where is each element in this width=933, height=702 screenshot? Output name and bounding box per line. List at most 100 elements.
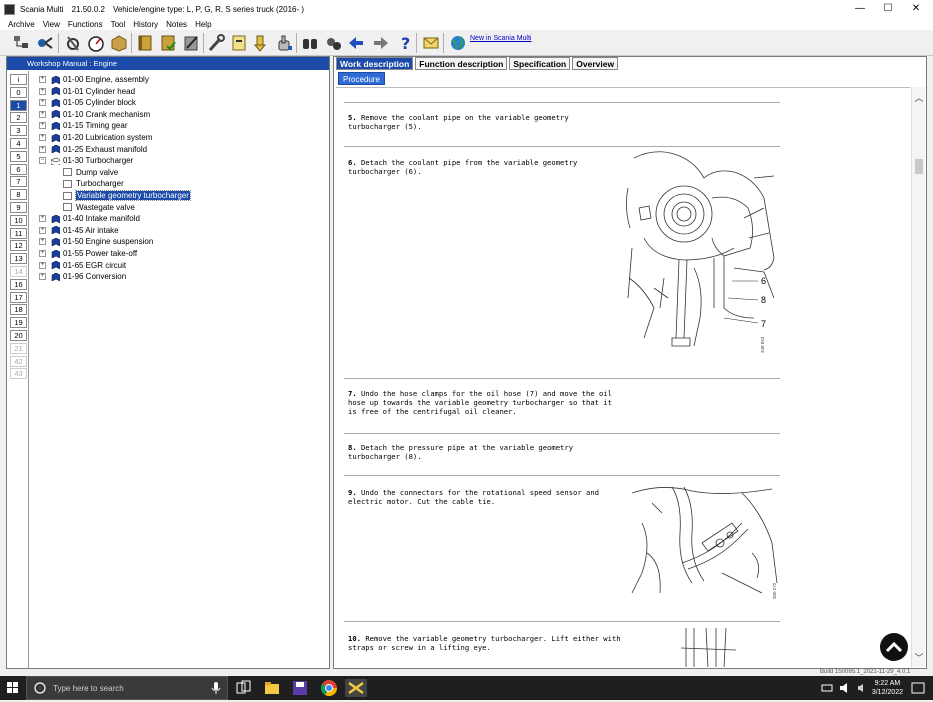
tree-item[interactable]: +01-01 Cylinder head	[39, 86, 135, 97]
close-button[interactable]: ✕	[902, 0, 930, 18]
section-tab-11[interactable]: 11	[10, 227, 27, 239]
section-tab-7[interactable]: 7	[10, 176, 27, 188]
menu-history[interactable]: History	[133, 20, 158, 29]
parts-box-icon[interactable]	[108, 32, 129, 53]
section-tab-6[interactable]: 6	[10, 163, 27, 175]
notifications-icon[interactable]	[910, 679, 926, 697]
bookmark-down-icon[interactable]	[250, 32, 271, 53]
notes-icon[interactable]	[228, 32, 249, 53]
scroll-to-top-button[interactable]	[880, 633, 908, 661]
back-arrow-icon[interactable]	[345, 32, 366, 53]
tree-item[interactable]: +01-20 Lubrication system	[39, 132, 152, 143]
tab-work-description[interactable]: Work description	[336, 57, 414, 70]
expand-icon[interactable]: +	[39, 145, 46, 153]
menu-tool[interactable]: Tool	[111, 20, 126, 29]
tree-item[interactable]: − 01-30 Turbocharger	[39, 155, 133, 166]
task-view-icon[interactable]	[234, 679, 252, 697]
windows-start-icon[interactable]	[0, 676, 26, 700]
tree-item[interactable]: +01-40 Intake manifold	[39, 213, 140, 224]
scania-multi-taskbar-icon[interactable]	[345, 679, 367, 697]
expand-icon[interactable]: +	[39, 273, 46, 281]
expand-icon[interactable]: +	[39, 261, 46, 269]
tree-item[interactable]: +01-10 Crank mechanism	[39, 109, 150, 120]
section-tab-4[interactable]: 4	[10, 138, 27, 149]
new-in-scania-link[interactable]: New in Scania Multi	[470, 35, 531, 42]
section-tab-2[interactable]: 2	[10, 112, 27, 124]
globe-icon[interactable]	[447, 32, 468, 53]
menu-help[interactable]: Help	[195, 20, 211, 29]
section-tab-12[interactable]: 12	[10, 240, 27, 252]
vertical-scrollbar[interactable]: ︿ ﹀	[911, 87, 925, 667]
section-tab-5[interactable]: 5	[10, 150, 27, 162]
tree-item[interactable]: +01-50 Engine suspension	[39, 236, 153, 247]
expand-icon[interactable]: +	[39, 250, 46, 257]
section-tab-13[interactable]: 13	[10, 253, 27, 265]
expand-icon[interactable]: +	[39, 134, 46, 141]
section-tab-18[interactable]: 18	[10, 304, 27, 316]
expand-icon[interactable]: +	[39, 122, 46, 130]
scroll-thumb[interactable]	[915, 159, 923, 174]
section-tab-19[interactable]: 19	[10, 317, 27, 329]
minimize-button[interactable]: —	[846, 0, 874, 18]
tree-item[interactable]: +01-15 Timing gear	[39, 120, 127, 131]
tree-item[interactable]: +01-25 Exhaust manifold	[39, 144, 147, 155]
edit-manual-icon[interactable]	[180, 32, 201, 53]
volume-icon[interactable]	[838, 679, 852, 697]
tree-item[interactable]: Wastegate valve	[63, 202, 135, 213]
search-parts-icon[interactable]	[322, 32, 343, 53]
scroll-up-icon[interactable]: ︿	[912, 91, 926, 105]
speaker-icon[interactable]	[856, 679, 868, 697]
expand-icon[interactable]: +	[39, 76, 46, 83]
file-explorer-icon[interactable]	[263, 679, 281, 697]
maximize-button[interactable]: ☐	[874, 0, 902, 18]
tab-procedure[interactable]: Procedure	[338, 72, 385, 85]
expand-icon[interactable]: +	[39, 226, 46, 234]
tree-item[interactable]: +01-65 EGR circuit	[39, 260, 126, 271]
section-tab-0[interactable]: 0	[10, 86, 27, 98]
tab-function-description[interactable]: Function description	[415, 57, 508, 70]
collapse-icon[interactable]: −	[39, 157, 46, 165]
tree-item[interactable]: +01-45 Air intake	[39, 225, 119, 236]
section-tab-9[interactable]: 9	[10, 202, 27, 213]
menu-functions[interactable]: Functions	[68, 20, 103, 29]
tree-item[interactable]: Dump valve	[63, 167, 118, 178]
expand-icon[interactable]: +	[39, 110, 46, 118]
forward-arrow-icon[interactable]	[370, 32, 391, 53]
manual-check-icon[interactable]	[157, 32, 178, 53]
menu-notes[interactable]: Notes	[166, 20, 187, 29]
section-tab-16[interactable]: 16	[10, 278, 27, 290]
hand-pointer-icon[interactable]	[273, 32, 294, 53]
scroll-down-icon[interactable]: ﹀	[912, 651, 926, 665]
binoculars-icon[interactable]	[299, 32, 320, 53]
tree-item[interactable]: +01-00 Engine, assembly	[39, 74, 149, 85]
section-tab-17[interactable]: 17	[10, 291, 27, 303]
section-tab-3[interactable]: 3	[10, 125, 27, 137]
expand-icon[interactable]: +	[39, 238, 46, 246]
tab-specification[interactable]: Specification	[509, 57, 571, 70]
section-tab-i[interactable]: i	[10, 74, 27, 85]
tree-item[interactable]: +01-55 Power take-off	[39, 248, 137, 259]
mail-icon[interactable]	[420, 32, 441, 53]
vehicle-tree-icon[interactable]	[10, 32, 31, 53]
gauge-icon[interactable]	[85, 32, 106, 53]
clock[interactable]: 9:22 AM 3/12/2022	[872, 679, 903, 697]
section-tab-20[interactable]: 20	[10, 330, 27, 341]
menu-view[interactable]: View	[43, 20, 60, 29]
section-tab-10[interactable]: 10	[10, 214, 27, 226]
tree-item[interactable]: +01-96 Conversion	[39, 271, 126, 282]
expand-icon[interactable]: +	[39, 215, 46, 223]
help-icon[interactable]: ?	[394, 32, 415, 53]
tool-icon[interactable]	[205, 32, 226, 53]
tree-item[interactable]: Turbocharger	[63, 178, 124, 189]
taskbar-search[interactable]: Type here to search	[26, 676, 228, 700]
tree-item[interactable]: Variable geometry turbocharger	[63, 190, 191, 201]
section-tab-14[interactable]: 14	[10, 266, 27, 277]
wrench-settings-icon[interactable]	[62, 32, 83, 53]
section-tab-8[interactable]: 8	[10, 189, 27, 201]
microphone-icon[interactable]	[211, 681, 221, 695]
expand-icon[interactable]: +	[39, 87, 46, 95]
manual-book-icon[interactable]	[134, 32, 155, 53]
tab-overview[interactable]: Overview	[572, 57, 619, 70]
section-tab-42[interactable]: 42	[10, 355, 27, 367]
section-tab-21[interactable]: 21	[10, 342, 27, 354]
